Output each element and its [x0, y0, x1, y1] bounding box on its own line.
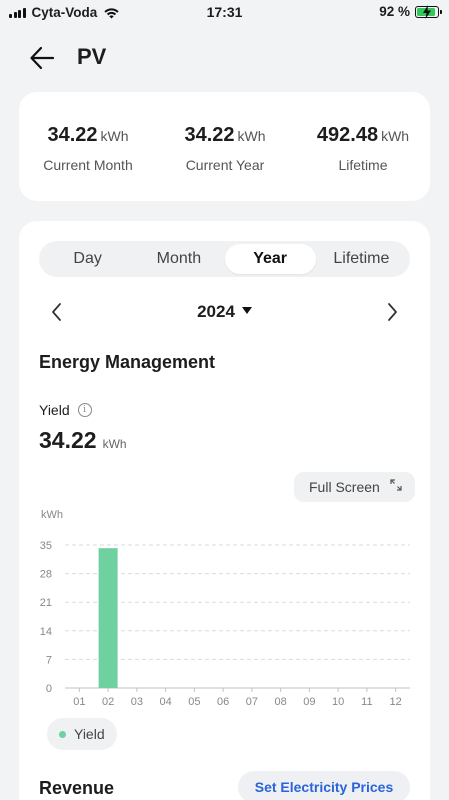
- stat-label: Current Year: [185, 157, 265, 173]
- stat-current-month: 34.22 kWh Current Month: [33, 124, 143, 173]
- y-tick-label: 14: [40, 626, 52, 638]
- set-electricity-prices-button[interactable]: Set Electricity Prices: [238, 771, 410, 800]
- summary-card: 34.22 kWh Current Month 34.22 kWh Current …: [19, 92, 430, 201]
- x-tick-label: 08: [275, 696, 287, 706]
- yield-chart: kWh071421283501 02 03 04 05 06 07 08 09 10 11 12: [40, 509, 410, 706]
- x-tick-label: 11: [361, 696, 372, 706]
- legend-label: Yield: [74, 726, 105, 742]
- x-tick-label: 04: [160, 696, 172, 706]
- yield-value: 34.22: [39, 427, 97, 453]
- y-tick-label: 35: [40, 540, 52, 552]
- x-tick-label: 07: [246, 696, 258, 706]
- expand-icon: [390, 479, 402, 491]
- info-icon[interactable]: i: [77, 403, 92, 417]
- energy-card: Day Month Year Lifetime 2024 Energy Mana…: [19, 221, 430, 800]
- chevron-right-icon[interactable]: [383, 301, 401, 323]
- battery-icon: [415, 4, 442, 19]
- stat-lifetime: 492.48 kWh Lifetime: [304, 124, 422, 173]
- stat-unit: kWh: [381, 128, 410, 144]
- stat-unit: kWh: [237, 128, 266, 144]
- x-tick-label: 06: [217, 696, 229, 706]
- caret-down-icon: [241, 307, 252, 314]
- x-tick-label: 09: [303, 696, 315, 706]
- bar: [98, 548, 118, 688]
- legend-swatch: [59, 730, 66, 738]
- year-selector[interactable]: 2024: [19, 302, 430, 322]
- stat-value: 492.48: [316, 124, 379, 146]
- revenue-title: Revenue: [39, 778, 115, 798]
- yield-label-row: Yield i: [39, 402, 92, 418]
- stat-unit: kWh: [100, 128, 129, 144]
- full-screen-label: Full Screen: [309, 479, 380, 495]
- full-screen-button[interactable]: Full Screen: [294, 472, 415, 502]
- y-tick-label: 21: [40, 597, 52, 609]
- x-tick-label: 10: [332, 696, 344, 706]
- selected-year: 2024: [197, 302, 235, 321]
- legend-item-yield[interactable]: Yield: [47, 718, 117, 750]
- yield-value-row: 34.22 kWh: [39, 427, 127, 454]
- stat-value: 34.22: [184, 124, 235, 146]
- tab-lifetime[interactable]: Lifetime: [316, 244, 407, 274]
- y-axis-unit: kWh: [41, 509, 63, 521]
- battery-percent: 92 %: [379, 4, 410, 19]
- tab-day[interactable]: Day: [42, 244, 133, 274]
- x-tick-label: 12: [390, 696, 402, 706]
- status-right: 92 %: [379, 4, 442, 19]
- tab-year[interactable]: Year: [224, 244, 316, 274]
- x-tick-label: 03: [131, 696, 143, 706]
- page-title: PV: [77, 44, 107, 69]
- y-tick-label: 28: [40, 569, 52, 581]
- period-tabs: Day Month Year Lifetime: [39, 241, 410, 277]
- back-arrow-icon[interactable]: [28, 44, 56, 72]
- stat-label: Current Month: [43, 157, 133, 173]
- x-tick-label: 01: [73, 696, 85, 706]
- section-title: Energy Management: [39, 352, 216, 372]
- status-bar: Cyta-Voda 17:31 92 %: [0, 0, 449, 28]
- stat-value: 34.22: [47, 124, 98, 146]
- stat-label: Lifetime: [338, 157, 388, 173]
- y-tick-label: 0: [46, 683, 52, 695]
- x-tick-label: 02: [102, 696, 114, 706]
- yield-unit: kWh: [102, 437, 127, 451]
- yield-label: Yield: [39, 402, 70, 418]
- y-tick-label: 7: [46, 654, 52, 666]
- stat-current-year: 34.22 kWh Current Year: [171, 124, 279, 173]
- tab-month[interactable]: Month: [133, 244, 224, 274]
- x-tick-label: 05: [188, 696, 200, 706]
